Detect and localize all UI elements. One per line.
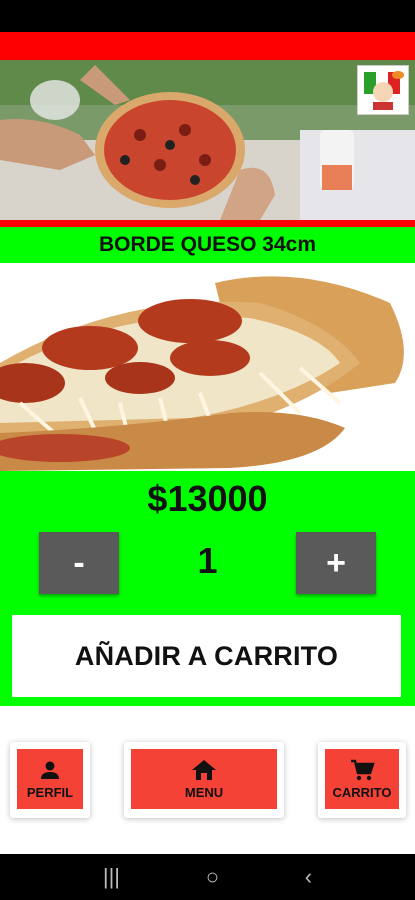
carrito-button[interactable]: CARRITO [325,749,399,809]
system-nav-bar: ||| ○ ‹ [0,854,415,900]
pepperoni-pizza-image [0,263,415,471]
perfil-button[interactable]: PERFIL [17,749,83,809]
nav-label-carrito: CARRITO [332,785,392,800]
back-icon[interactable]: ‹ [305,864,312,890]
home-icon [192,760,216,780]
nav-item-perfil[interactable]: PERFIL [10,742,90,818]
cart-icon [351,759,375,781]
nav-item-carrito[interactable]: CARRITO [318,742,406,818]
product-title-bar: BORDE QUESO 34cm [0,227,415,263]
add-to-cart-label: AÑADIR A CARRITO [74,640,339,671]
nav-label-menu: MENU [184,785,224,800]
menu-button[interactable]: MENU [131,749,277,809]
nav-item-menu[interactable]: MENU [124,742,284,818]
nav-label-perfil: PERFIL [26,785,74,800]
home-nav-icon[interactable]: ○ [206,864,219,890]
decrease-quantity-button[interactable]: - [39,532,119,594]
add-to-cart-button[interactable]: AÑADIR A CARRITO [12,615,401,697]
pizzeria-logo-icon [357,65,409,115]
quantity-value: 1 [197,540,218,581]
product-title: BORDE QUESO 34cm [98,233,317,256]
status-bar [0,0,415,32]
product-price: $13000 [147,478,268,519]
person-icon [41,761,59,779]
banner-photo [0,60,415,220]
header-banner [0,32,415,227]
recents-icon[interactable]: ||| [103,864,120,890]
increase-quantity-button[interactable]: + [296,532,376,594]
